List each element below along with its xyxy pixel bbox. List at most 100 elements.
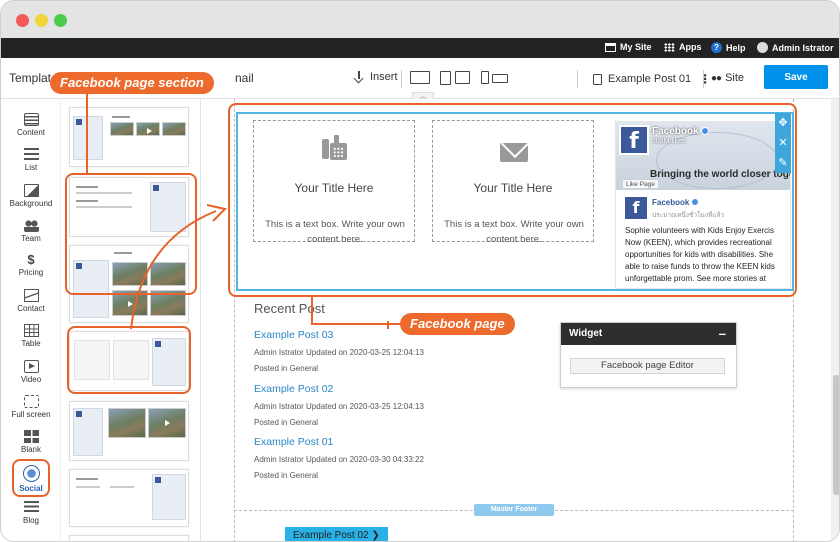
close-window-button[interactable] bbox=[16, 14, 29, 27]
user-name: Admin Istrator bbox=[772, 42, 834, 53]
pricing-icon: $ bbox=[27, 252, 35, 267]
sidebar-item-label: Content bbox=[16, 128, 46, 137]
social-block-thumbnail[interactable] bbox=[69, 401, 189, 461]
my-site-link[interactable]: My Site bbox=[605, 42, 652, 52]
help-icon: ? bbox=[711, 42, 722, 53]
site-label: Site bbox=[725, 72, 745, 84]
post-link[interactable]: Example Post 02 bbox=[254, 383, 333, 395]
sidebar-item-blog[interactable]: Blog bbox=[1, 501, 61, 525]
post-category: Posted in General bbox=[254, 364, 319, 373]
callout-line bbox=[86, 92, 88, 174]
save-button[interactable]: Save bbox=[764, 65, 828, 89]
thumb-heading bbox=[76, 478, 98, 480]
download-icon bbox=[353, 71, 365, 83]
post-selector[interactable]: Example Post 01 ⋮ bbox=[593, 72, 711, 86]
facebook-page-editor-button[interactable]: Facebook page Editor bbox=[570, 358, 725, 374]
sidebar-item-background[interactable]: Background bbox=[1, 184, 61, 208]
page-thumbnail-highlight bbox=[67, 326, 191, 394]
admin-bar: My Site Apps ? Help Admin Istrator bbox=[1, 38, 839, 58]
recent-post-heading: Recent Post bbox=[254, 301, 325, 316]
post-link[interactable]: Example Post 03 bbox=[254, 329, 333, 341]
callout-line bbox=[311, 296, 313, 324]
user-menu[interactable]: Admin Istrator bbox=[757, 42, 834, 53]
sidebar-item-team[interactable]: Team bbox=[1, 219, 61, 243]
post-meta: Admin Istrator Updated on 2020-03-25 12:… bbox=[254, 348, 424, 357]
maximize-window-button[interactable] bbox=[54, 14, 67, 27]
content-icon bbox=[23, 113, 39, 126]
sidebar-item-label: Background bbox=[9, 199, 53, 208]
callout-arrow bbox=[130, 204, 227, 330]
thumb-photo bbox=[108, 408, 146, 438]
post-category: Posted in General bbox=[254, 471, 319, 480]
team-icon bbox=[23, 219, 39, 232]
sidebar-item-label: Blog bbox=[22, 516, 39, 525]
minimize-icon[interactable]: – bbox=[719, 326, 726, 341]
post-meta: Admin Istrator Updated on 2020-03-30 04:… bbox=[254, 455, 424, 464]
help-link[interactable]: ? Help bbox=[711, 42, 746, 53]
callout-line bbox=[311, 323, 401, 325]
insert-label: Insert bbox=[370, 71, 398, 83]
facebook-page-label: Facebook page bbox=[400, 313, 515, 335]
sidebar-item-content[interactable]: Content bbox=[1, 113, 61, 137]
tablet-landscape-icon[interactable] bbox=[455, 71, 470, 84]
more-options-icon[interactable]: ⋮ bbox=[699, 72, 711, 86]
blank-icon bbox=[23, 430, 39, 443]
template-menu[interactable]: Templat bbox=[9, 71, 51, 85]
sidebar-item-label: Table bbox=[21, 339, 41, 348]
video-icon bbox=[23, 360, 39, 373]
social-block-thumbnail[interactable] bbox=[69, 535, 189, 541]
app-window: My Site Apps ? Help Admin Istrator Templ… bbox=[0, 0, 840, 542]
widget-panel: Widget – Facebook page Editor bbox=[560, 322, 737, 388]
monitor-icon bbox=[605, 42, 616, 52]
desktop-view-icon[interactable] bbox=[410, 71, 430, 84]
mobile-portrait-icon[interactable] bbox=[481, 71, 489, 84]
mobile-landscape-icon[interactable] bbox=[492, 74, 508, 83]
facebook-thumb bbox=[152, 474, 186, 520]
thumb-video bbox=[136, 122, 160, 136]
grid-icon bbox=[664, 42, 675, 52]
thumb-video bbox=[148, 408, 186, 438]
sidebar-item-label: Team bbox=[21, 234, 41, 243]
sidebar-item-label: Pricing bbox=[18, 268, 44, 277]
sidebar-item-blank[interactable]: Blank bbox=[1, 430, 61, 454]
thumb-heading bbox=[112, 116, 130, 118]
facebook-section-highlight bbox=[228, 103, 797, 297]
background-icon bbox=[23, 184, 39, 197]
sidebar-item-list[interactable]: List bbox=[1, 148, 61, 172]
thumb-text bbox=[76, 486, 100, 488]
post-link[interactable]: Example Post 01 bbox=[254, 436, 333, 448]
sidebar-item-fullscreen[interactable]: Full screen bbox=[1, 395, 61, 419]
widget-header[interactable]: Widget – bbox=[561, 323, 736, 345]
toolbar-divider bbox=[703, 70, 704, 88]
social-highlight-box bbox=[12, 459, 50, 497]
apps-link[interactable]: Apps bbox=[664, 42, 702, 52]
sidebar-item-video[interactable]: Video bbox=[1, 360, 61, 384]
footer-post-label: Example Post 02 bbox=[293, 530, 369, 541]
post-name: Example Post 01 bbox=[608, 73, 692, 85]
scrollbar-thumb[interactable] bbox=[833, 375, 839, 495]
site-menu[interactable]: ●● Site bbox=[711, 72, 744, 84]
avatar bbox=[757, 42, 768, 53]
sidebar-item-table[interactable]: Table bbox=[1, 324, 61, 348]
post-category: Posted in General bbox=[254, 418, 319, 427]
sidebar-item-label: List bbox=[24, 163, 38, 172]
sidebar-item-label: Video bbox=[20, 375, 42, 384]
thumb-photo bbox=[110, 122, 134, 136]
site-dots-icon: ●● bbox=[711, 72, 722, 84]
sidebar-item-pricing[interactable]: $ Pricing bbox=[1, 253, 61, 277]
footer-post-button[interactable]: Example Post 02 ❯ bbox=[285, 527, 388, 541]
tablet-portrait-icon[interactable] bbox=[440, 71, 451, 85]
social-block-thumbnail[interactable] bbox=[69, 469, 189, 527]
sidebar-item-label: Blank bbox=[20, 445, 41, 454]
minimize-window-button[interactable] bbox=[35, 14, 48, 27]
document-icon bbox=[593, 73, 602, 85]
sidebar-item-contact[interactable]: Contact bbox=[1, 289, 61, 313]
master-footer-tag[interactable]: Master Footer bbox=[474, 504, 554, 516]
insert-button[interactable]: Insert bbox=[353, 71, 398, 83]
chevron-right-icon: ❯ bbox=[371, 530, 380, 541]
sidebar-item-label: Full screen bbox=[11, 410, 51, 419]
list-icon bbox=[23, 148, 39, 161]
thumbnail-menu[interactable]: nail bbox=[235, 71, 254, 85]
contact-icon bbox=[23, 289, 39, 302]
my-site-label: My Site bbox=[620, 42, 652, 52]
